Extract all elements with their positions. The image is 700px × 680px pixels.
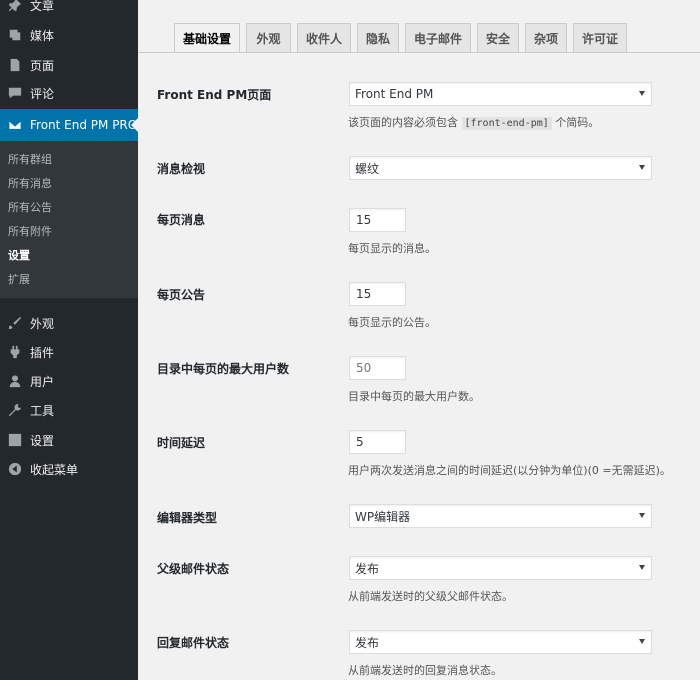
submenu: 所有群组 所有消息 所有公告 所有附件 设置 扩展: [0, 141, 138, 298]
sidebar-item-comments[interactable]: 评论: [0, 80, 138, 106]
setting-label-reply-status: 回复邮件状态: [157, 636, 230, 650]
submenu-item-settings[interactable]: 设置: [8, 247, 30, 263]
max-users-input[interactable]: 50: [349, 356, 406, 380]
chevron-down-icon: [639, 165, 645, 170]
sidebar-item-tools[interactable]: 工具: [0, 397, 138, 423]
chevron-down-icon: [639, 513, 645, 518]
sidebar-item-label: Front End PM PRO: [30, 118, 138, 132]
settings-main: 基础设置 外观 收件人 隐私 电子邮件 安全 杂项 许可证 Front End …: [138, 0, 700, 680]
sidebar-item-settings[interactable]: 设置: [0, 427, 138, 453]
sidebar-item-label: 外观: [30, 316, 55, 331]
tab-recipients[interactable]: 收件人: [297, 23, 351, 53]
user-icon: [7, 373, 23, 389]
reply-status-value: 发布: [355, 635, 380, 650]
tab-divider: [138, 52, 700, 53]
setting-desc-announcements-per-page: 每页显示的公告。: [348, 316, 436, 329]
wrench-icon: [7, 402, 23, 418]
setting-desc-reply-status: 从前端发送时的回复消息状态。: [348, 664, 502, 677]
setting-desc-parent-status: 从前端发送时的父级父邮件状态。: [348, 590, 513, 603]
sidebar-item-label: 工具: [30, 403, 55, 418]
sidebar-item-label: 文章: [30, 0, 55, 13]
sidebar-item-posts[interactable]: 文章: [0, 0, 138, 18]
submenu-item-messages[interactable]: 所有消息: [8, 175, 52, 191]
message-view-select[interactable]: 螺纹: [349, 156, 652, 180]
parent-status-select[interactable]: 发布: [349, 556, 652, 580]
settings-icon: [7, 432, 23, 448]
tab-appearance[interactable]: 外观: [246, 23, 291, 53]
sidebar-item-label: 媒体: [30, 28, 55, 43]
sidebar-item-label: 设置: [30, 433, 55, 448]
tab-privacy[interactable]: 隐私: [357, 23, 399, 53]
submenu-item-groups[interactable]: 所有群组: [8, 151, 52, 167]
tab-email[interactable]: 电子邮件: [405, 23, 471, 53]
shortcode: [front-end-pm]: [461, 117, 552, 130]
submenu-item-announcements[interactable]: 所有公告: [8, 199, 52, 215]
sidebar-item-label: 收起菜单: [30, 462, 79, 477]
sidebar-item-appearance[interactable]: 外观: [0, 310, 138, 336]
setting-desc-page: 该页面的内容必须包含 [front-end-pm] 个简码。: [348, 114, 599, 130]
sidebar-item-users[interactable]: 用户: [0, 368, 138, 394]
tab-security[interactable]: 安全: [477, 23, 519, 53]
sidebar-item-pages[interactable]: 页面: [0, 52, 138, 78]
sidebar-item-label: 页面: [30, 58, 55, 73]
announcements-per-page-input[interactable]: 15: [349, 282, 406, 306]
reply-status-select[interactable]: 发布: [349, 630, 652, 654]
sidebar-item-label: 用户: [30, 374, 55, 389]
setting-desc-messages-per-page: 每页显示的消息。: [348, 242, 436, 255]
setting-desc-time-delay: 用户两次发送消息之间的时间延迟(以分钟为单位)(0 =无需延迟)。: [348, 464, 671, 477]
submenu-item-extensions[interactable]: 扩展: [8, 271, 30, 287]
setting-label-page: Front End PM页面: [157, 88, 272, 102]
sidebar-item-front-end-pm-pro[interactable]: Front End PM PRO: [0, 109, 138, 141]
desc-suffix: 个简码。: [555, 116, 600, 129]
editor-type-value: WP编辑器: [355, 509, 411, 524]
media-icon: [7, 27, 23, 43]
chevron-down-icon: [639, 565, 645, 570]
desc-prefix: 该页面的内容必须包含: [348, 116, 458, 129]
editor-type-select[interactable]: WP编辑器: [349, 504, 652, 528]
time-delay-input[interactable]: 5: [349, 430, 406, 454]
setting-label-editor-type: 编辑器类型: [157, 511, 218, 525]
admin-sidebar: 文章 媒体 页面 评论 Front End PM PRO 所有群组 所有消息 所…: [0, 0, 138, 680]
sidebar-item-label: 评论: [30, 86, 55, 101]
parent-status-value: 发布: [355, 561, 380, 576]
setting-label-time-delay: 时间延迟: [157, 436, 206, 450]
page-select[interactable]: Front End PM: [349, 82, 652, 106]
sidebar-item-media[interactable]: 媒体: [0, 22, 138, 48]
submenu-item-attachments[interactable]: 所有附件: [8, 223, 52, 239]
page-icon: [7, 57, 23, 73]
brush-icon: [7, 315, 23, 331]
envelope-icon: [7, 117, 23, 133]
chevron-down-icon: [639, 91, 645, 96]
messages-per-page-input[interactable]: 15: [349, 208, 406, 232]
setting-label-max-users: 目录中每页的最大用户数: [157, 362, 290, 376]
active-arrow: [131, 118, 138, 132]
tab-license[interactable]: 许可证: [573, 23, 627, 53]
message-view-value: 螺纹: [355, 161, 380, 176]
setting-label-messages-per-page: 每页消息: [157, 213, 206, 227]
sidebar-item-plugins[interactable]: 插件: [0, 339, 138, 365]
chevron-down-icon: [639, 639, 645, 644]
pin-icon: [7, 0, 23, 13]
collapse-icon: [7, 461, 23, 477]
setting-label-parent-status: 父级邮件状态: [157, 562, 230, 576]
tab-basic-settings[interactable]: 基础设置: [174, 23, 240, 53]
setting-desc-max-users: 目录中每页的最大用户数。: [348, 390, 480, 403]
sidebar-item-collapse-menu[interactable]: 收起菜单: [0, 456, 138, 482]
sidebar-item-label: 插件: [30, 345, 55, 360]
tab-misc[interactable]: 杂项: [525, 23, 567, 53]
comment-icon: [7, 85, 23, 101]
setting-label-announcements-per-page: 每页公告: [157, 288, 206, 302]
setting-label-message-view: 消息检视: [157, 162, 206, 176]
plug-icon: [7, 344, 23, 360]
page-select-value: Front End PM: [355, 87, 434, 101]
